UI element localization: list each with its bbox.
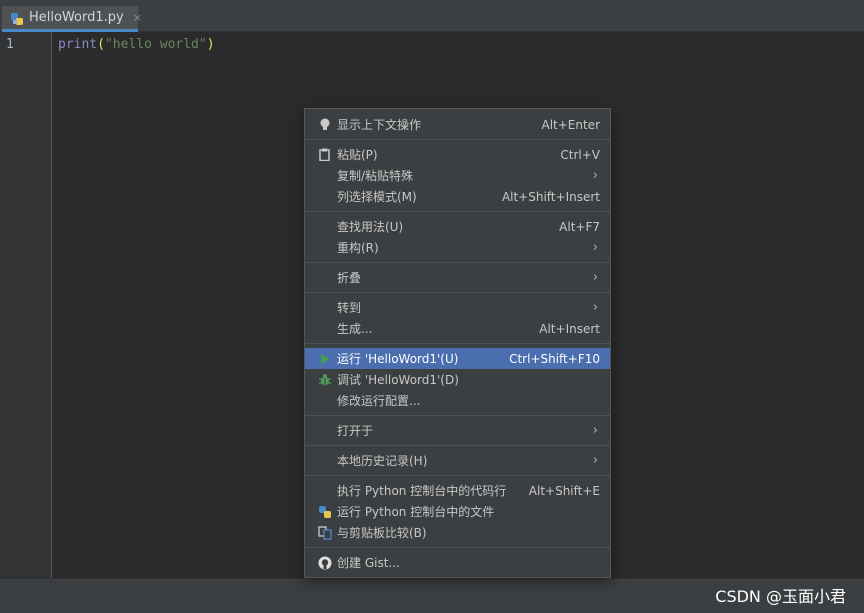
menu-item-create-gist[interactable]: 创建 Gist... <box>305 552 610 573</box>
menu-separator <box>305 139 610 140</box>
github-icon <box>317 555 332 570</box>
run-icon <box>317 351 332 366</box>
menu-item-local-history[interactable]: 本地历史记录(H) › <box>305 450 610 471</box>
chevron-right-icon: › <box>592 168 598 183</box>
debug-bug-icon <box>317 372 332 387</box>
menu-item-goto[interactable]: 转到 › <box>305 297 610 318</box>
menu-item-paste[interactable]: 粘贴(P) Ctrl+V <box>305 144 610 165</box>
menu-separator <box>305 445 610 446</box>
menu-separator <box>305 475 610 476</box>
chevron-right-icon: › <box>592 270 598 285</box>
code-token-paren-close: ) <box>206 37 215 52</box>
code-token-string: "hello world" <box>104 37 207 52</box>
clipboard-icon <box>317 147 332 162</box>
code-line[interactable]: print("hello world") <box>58 37 215 52</box>
menu-item-show-context-actions[interactable]: 显示上下文操作 Alt+Enter <box>305 114 610 135</box>
menu-item-compare-with-clipboard[interactable]: 与剪贴板比较(B) <box>305 522 610 543</box>
python-file-icon <box>10 11 24 25</box>
menu-item-folding[interactable]: 折叠 › <box>305 267 610 288</box>
line-gutter: 1 <box>0 32 52 578</box>
python-icon <box>317 504 332 519</box>
watermark: CSDN @玉面小君 <box>715 587 846 606</box>
menu-item-find-usages[interactable]: 查找用法(U) Alt+F7 <box>305 216 610 237</box>
menu-separator <box>305 547 610 548</box>
tab-close-icon[interactable]: × <box>133 11 142 24</box>
chevron-right-icon: › <box>592 300 598 315</box>
menu-item-generate[interactable]: 生成... Alt+Insert <box>305 318 610 339</box>
lightbulb-icon <box>317 117 332 132</box>
line-number: 1 <box>6 37 14 52</box>
tab-helloword1[interactable]: HelloWord1.py × <box>2 6 142 32</box>
chevron-right-icon: › <box>592 423 598 438</box>
chevron-right-icon: › <box>592 240 598 255</box>
code-token-function: print <box>58 37 98 52</box>
tab-label: HelloWord1.py <box>29 10 124 25</box>
menu-item-modify-run-config[interactable]: 修改运行配置... <box>305 390 610 411</box>
chevron-right-icon: › <box>592 453 598 468</box>
menu-separator <box>305 211 610 212</box>
code-token-paren-open: ( <box>97 37 105 52</box>
menu-item-run-file-in-console[interactable]: 运行 Python 控制台中的文件 <box>305 501 610 522</box>
menu-item-debug[interactable]: 调试 'HelloWord1'(D) <box>305 369 610 390</box>
editor-context-menu: 显示上下文操作 Alt+Enter 粘贴(P) Ctrl+V 复制/粘贴特殊 ›… <box>304 108 611 578</box>
menu-separator <box>305 262 610 263</box>
menu-separator <box>305 343 610 344</box>
menu-item-exec-line-in-console[interactable]: 执行 Python 控制台中的代码行 Alt+Shift+E <box>305 480 610 501</box>
menu-item-copy-paste-special[interactable]: 复制/粘贴特殊 › <box>305 165 610 186</box>
menu-item-column-selection-mode[interactable]: 列选择模式(M) Alt+Shift+Insert <box>305 186 610 207</box>
compare-icon <box>317 525 332 540</box>
menu-separator <box>305 292 610 293</box>
menu-item-refactor[interactable]: 重构(R) › <box>305 237 610 258</box>
menu-item-open-in[interactable]: 打开于 › <box>305 420 610 441</box>
menu-separator <box>305 415 610 416</box>
menu-item-run[interactable]: 运行 'HelloWord1'(U) Ctrl+Shift+F10 <box>305 348 610 369</box>
editor-tab-bar: HelloWord1.py × <box>0 0 864 32</box>
